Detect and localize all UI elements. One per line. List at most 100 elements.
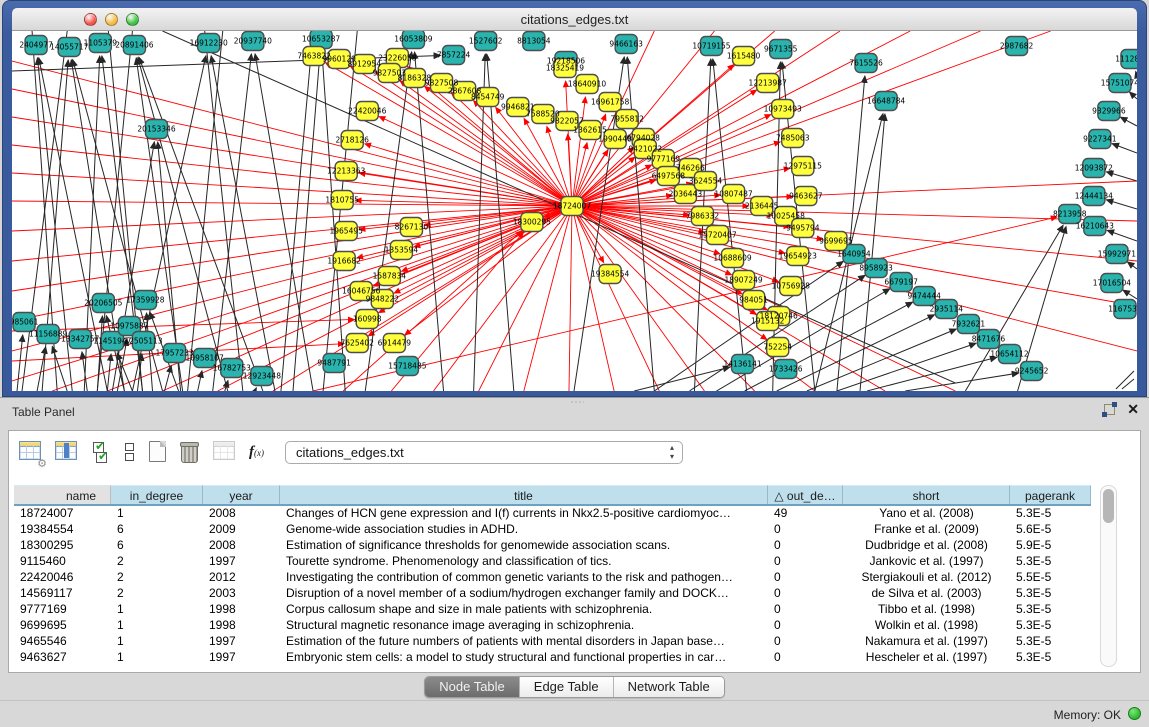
graph-edge [1129, 92, 1137, 99]
memory-status: Memory: OK [1054, 708, 1121, 722]
column-header[interactable]: short [843, 485, 1010, 504]
graph-node-label: 9329966 [1092, 107, 1126, 116]
close-icon[interactable]: ✕ [1127, 404, 1139, 415]
graph-node-label: 12975115 [784, 162, 822, 171]
table-cell: 49 [768, 506, 843, 522]
graph-node-label: 2404977 [19, 41, 53, 50]
graph-edge [627, 57, 654, 391]
column-visibility-icon[interactable] [55, 441, 79, 465]
network-window: citations_edges.txt 18724007240497714055… [2, 0, 1147, 397]
table-scrollbar[interactable] [1100, 485, 1117, 667]
graph-node-label: 1362615 [573, 126, 607, 135]
graph-node-label: 1640954 [837, 250, 871, 259]
graph-node-label: 12505113 [124, 337, 162, 346]
graph-node-label: 10958107 [186, 354, 224, 363]
graph-node-label: 23226058 [378, 54, 416, 63]
table-cell: 14569117 [14, 586, 111, 602]
graph-edge [379, 116, 572, 206]
table-cell: de Silva et al. (2003) [843, 586, 1010, 602]
graph-node-label: 9822057 [550, 117, 584, 126]
graph-edge [52, 346, 67, 391]
graph-node-label: 18907249 [724, 276, 762, 285]
graph-node-label: 1105379 [84, 39, 118, 48]
table-row[interactable]: 1938455462009Genome-wide association stu… [14, 522, 1091, 538]
column-header[interactable]: year [203, 485, 280, 504]
table-cell: 2 [111, 554, 203, 570]
graph-edge [572, 206, 659, 391]
table-row[interactable]: 1456911722003Disruption of a novel membe… [14, 586, 1091, 602]
table-cell: 18724007 [14, 506, 111, 522]
column-header[interactable]: △ out_de… [768, 485, 843, 504]
graph-node-label: 746266 [676, 164, 705, 173]
graph-edge [12, 173, 572, 206]
graph-node-label: 19384554 [591, 270, 629, 279]
table-row[interactable]: 946554611997Estimation of the future num… [14, 634, 1091, 650]
graph-edge [1106, 200, 1137, 209]
graph-node-label: 16912230 [190, 39, 228, 48]
graph-edge [479, 206, 572, 391]
table-cell: 9699695 [14, 618, 111, 634]
table-selector-dropdown[interactable]: citations_edges.txt ▴▾ [285, 441, 683, 464]
table-row[interactable]: 977716911998Corpus callosum shape and si… [14, 602, 1091, 618]
graph-node-label: 9777169 [647, 155, 681, 164]
graph-node-label: 7955812 [610, 115, 644, 124]
table-panel: Table Panel ✕ ⚙ f(x) citations_edges.txt… [0, 397, 1149, 727]
table-row[interactable]: 1830029562008Estimation of significance … [14, 538, 1091, 554]
tab-edge-table[interactable]: Edge Table [520, 677, 614, 697]
delete-icon[interactable] [181, 441, 205, 465]
table-header-row: namein_degreeyeartitle△ out_de…shortpage… [14, 485, 1091, 506]
graph-edge [1120, 117, 1137, 126]
table-cell: 9463627 [14, 650, 111, 666]
table-row[interactable]: 2242004622012Investigating the contribut… [14, 570, 1091, 586]
clear-selection-icon[interactable] [121, 441, 145, 465]
table-cell: 9465546 [14, 634, 111, 650]
table-cell: 1998 [203, 618, 280, 634]
table-row[interactable]: 969969511998Structural magnetic resonanc… [14, 618, 1091, 634]
graph-node-label: 9495794 [786, 224, 820, 233]
table-cell: 1 [111, 602, 203, 618]
graph-node-label: 20891406 [115, 41, 153, 50]
column-header[interactable]: name [14, 485, 111, 504]
graph-edge [37, 347, 46, 391]
function-builder-icon[interactable]: f(x) [249, 443, 273, 467]
column-header[interactable]: pagerank [1010, 485, 1091, 504]
table-row[interactable]: 946362711997Embryonic stem cells: a mode… [14, 650, 1091, 666]
table-cell: Embryonic stem cells: a model to study s… [280, 650, 768, 666]
graph-node-label: 2136445 [745, 202, 779, 211]
graph-node-label: 6497568 [652, 172, 686, 181]
table-cell: 1 [111, 634, 203, 650]
graph-node-label: 16961758 [591, 98, 629, 107]
table-tabs: Node TableEdge TableNetwork Table [0, 676, 1149, 698]
column-header[interactable]: title [280, 485, 768, 504]
table-row[interactable]: 1872400712008Changes of HCN gene express… [14, 506, 1091, 522]
graph-node-label: 17016504 [1093, 279, 1131, 288]
new-document-icon[interactable] [149, 441, 173, 465]
graph-node-label: 19654923 [779, 252, 817, 261]
tab-node-table[interactable]: Node Table [425, 677, 520, 697]
table-row[interactable]: 911546021997Tourette syndrome. Phenomeno… [14, 554, 1091, 570]
graph-node-label: 6679197 [884, 278, 918, 287]
table-settings-icon[interactable]: ⚙ [19, 441, 43, 465]
select-all-icon[interactable] [91, 441, 115, 465]
graph-node-label: 20206505 [84, 299, 122, 308]
table-cell: Genome-wide association studies in ADHD. [280, 522, 768, 538]
graph-node-label: 16648784 [867, 97, 905, 106]
float-window-icon[interactable] [1104, 404, 1115, 415]
graph-edge [97, 316, 102, 391]
graph-node-label: 1810755 [325, 196, 359, 205]
graph-node-label: 18640910 [568, 80, 606, 89]
table-cell: 22420046 [14, 570, 111, 586]
column-header[interactable]: in_degree [111, 485, 203, 504]
graph-node-label: 18724007 [553, 202, 591, 211]
graph-node-label: 1112897 [1115, 55, 1137, 64]
table-panel-header: Table Panel ✕ [0, 398, 1149, 426]
window-titlebar[interactable]: citations_edges.txt [12, 8, 1137, 31]
graph-node-label: 10756928 [772, 282, 810, 291]
tab-network-table[interactable]: Network Table [614, 677, 724, 697]
table-cell: 0 [768, 522, 843, 538]
graph-node-label: 15751074 [1101, 79, 1137, 88]
scrollbar-thumb[interactable] [1103, 489, 1114, 523]
network-canvas[interactable]: 1872400724049771405571711053792089140616… [12, 31, 1137, 391]
table-cell: Structural magnetic resonance image aver… [280, 618, 768, 634]
graph-node-label: 12444134 [1075, 192, 1113, 201]
